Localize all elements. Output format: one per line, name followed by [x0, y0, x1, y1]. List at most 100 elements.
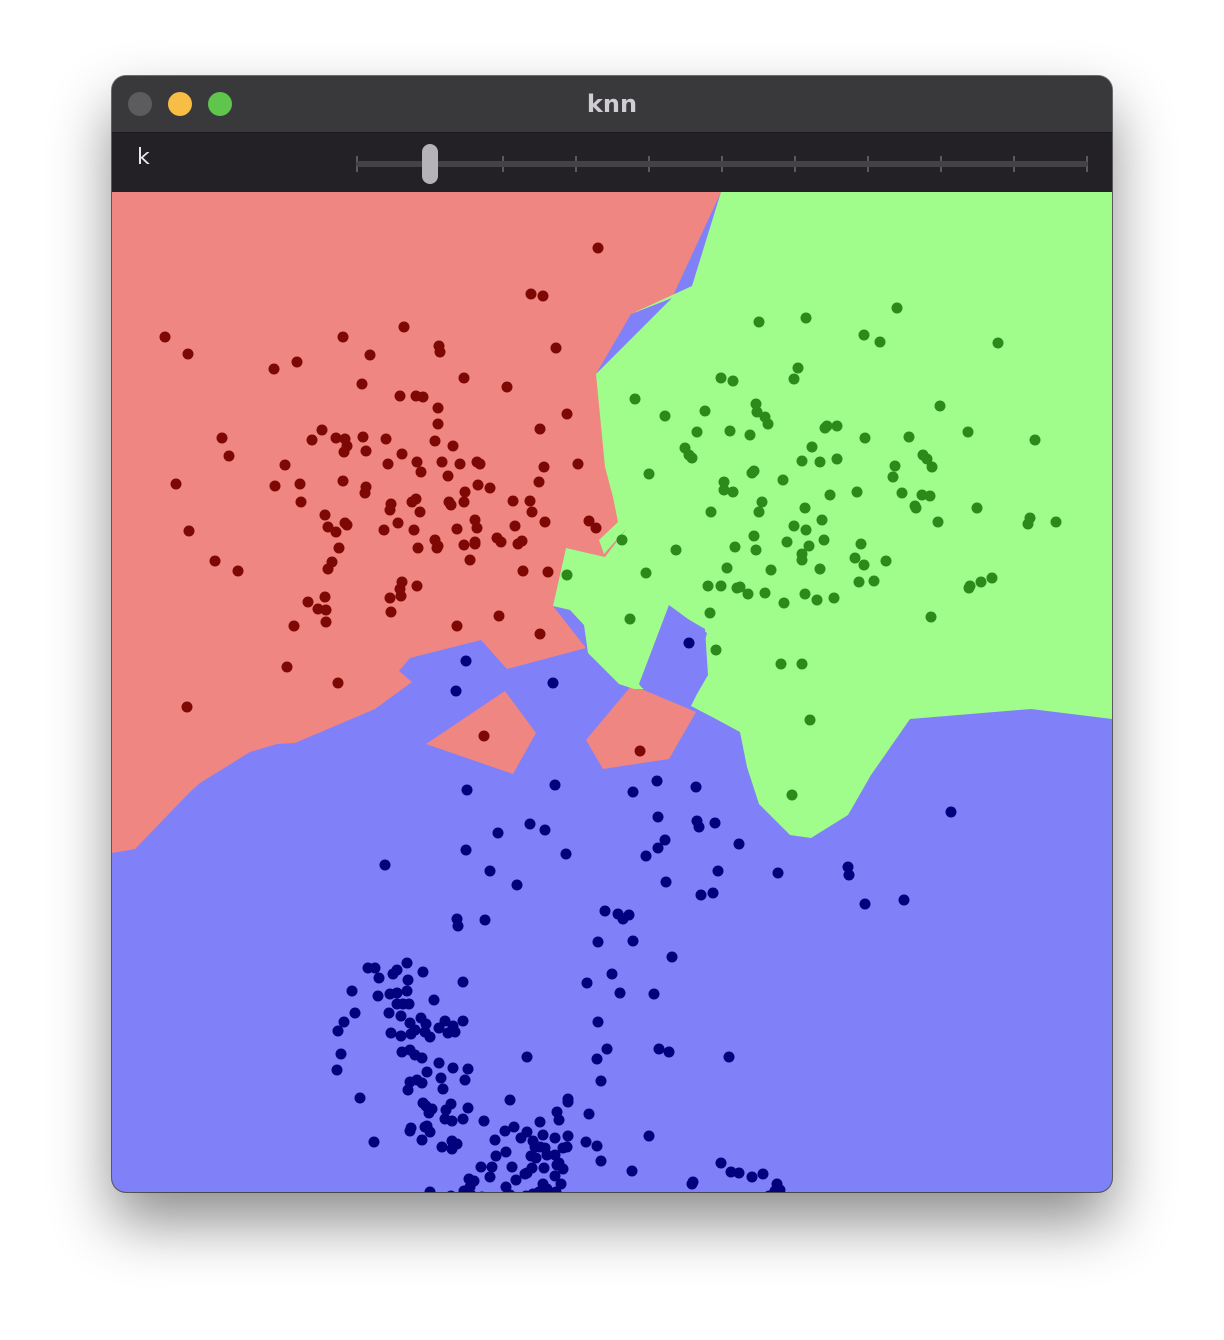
- point-blue: [331, 1064, 343, 1076]
- point-green: [887, 471, 899, 483]
- point-blue: [452, 920, 464, 932]
- point-red: [414, 506, 426, 518]
- point-red: [269, 480, 281, 492]
- point-green: [705, 506, 717, 518]
- point-green: [727, 486, 739, 498]
- title-bar[interactable]: knn: [112, 76, 1112, 133]
- point-blue: [527, 1135, 539, 1147]
- point-red: [561, 408, 573, 420]
- point-blue: [492, 827, 504, 839]
- point-blue: [538, 1162, 550, 1174]
- point-green: [853, 576, 865, 588]
- point-green: [858, 329, 870, 341]
- point-blue: [354, 1092, 366, 1104]
- point-blue: [733, 838, 745, 850]
- point-blue: [772, 867, 784, 879]
- point-green: [828, 592, 840, 604]
- point-blue: [859, 898, 871, 910]
- point-blue: [446, 1135, 458, 1147]
- point-blue: [534, 1116, 546, 1128]
- point-green: [715, 372, 727, 384]
- point-red: [464, 554, 476, 566]
- point-red: [538, 461, 550, 473]
- point-blue: [687, 1176, 699, 1188]
- point-red: [432, 402, 444, 414]
- slider-track[interactable]: [356, 161, 1088, 167]
- point-red: [458, 496, 470, 508]
- point-red: [306, 434, 318, 446]
- point-green: [818, 534, 830, 546]
- point-green: [746, 467, 758, 479]
- point-green: [962, 426, 974, 438]
- point-green: [1029, 434, 1041, 446]
- point-blue: [428, 994, 440, 1006]
- point-red: [319, 509, 331, 521]
- point-green: [753, 506, 765, 518]
- k-slider[interactable]: [356, 141, 1088, 184]
- point-green: [670, 544, 682, 556]
- point-blue: [457, 1113, 469, 1125]
- point-green: [992, 337, 1004, 349]
- point-red: [281, 661, 293, 673]
- point-blue: [551, 1159, 563, 1171]
- point-green: [891, 302, 903, 314]
- point-blue: [537, 1129, 549, 1141]
- point-red: [294, 478, 306, 490]
- point-red: [634, 745, 646, 757]
- point-green: [859, 432, 871, 444]
- point-blue: [510, 1174, 522, 1186]
- point-green: [778, 597, 790, 609]
- point-green: [734, 581, 746, 593]
- point-blue: [415, 1012, 427, 1024]
- point-red: [411, 456, 423, 468]
- point-blue: [562, 1096, 574, 1108]
- point-blue: [733, 1167, 745, 1179]
- point-blue: [580, 1136, 592, 1148]
- point-green: [624, 613, 636, 625]
- point-blue: [614, 987, 626, 999]
- point-red: [170, 478, 182, 490]
- point-blue: [504, 1094, 516, 1106]
- point-green: [799, 588, 811, 600]
- point-blue: [416, 1077, 428, 1089]
- point-green: [796, 554, 808, 566]
- point-green: [724, 425, 736, 437]
- point-blue: [484, 865, 496, 877]
- point-red: [436, 456, 448, 468]
- point-blue: [391, 998, 403, 1010]
- point-blue: [460, 844, 472, 856]
- point-red: [484, 482, 496, 494]
- point-red: [288, 620, 300, 632]
- point-blue: [652, 811, 664, 823]
- point-blue: [437, 1083, 449, 1095]
- point-blue: [506, 1161, 518, 1173]
- window-title: knn: [586, 90, 638, 118]
- point-blue: [843, 869, 855, 881]
- point-blue: [511, 879, 523, 891]
- point-red: [302, 596, 314, 608]
- point-green: [921, 453, 933, 465]
- point-blue: [547, 677, 559, 689]
- point-blue: [757, 1168, 769, 1180]
- point-blue: [723, 1051, 735, 1063]
- point-green: [629, 393, 641, 405]
- point-blue: [439, 1015, 451, 1027]
- point-blue: [539, 824, 551, 836]
- point-red: [445, 499, 457, 511]
- point-blue: [606, 968, 618, 980]
- point-blue: [401, 985, 413, 997]
- point-green: [1050, 516, 1062, 528]
- point-blue: [652, 842, 664, 854]
- point-blue: [462, 1063, 474, 1075]
- point-red: [550, 342, 562, 354]
- point-blue: [478, 1115, 490, 1127]
- point-red: [429, 435, 441, 447]
- point-blue: [423, 1107, 435, 1119]
- point-blue: [396, 1046, 408, 1058]
- slider-thumb[interactable]: [422, 144, 438, 184]
- point-green: [792, 362, 804, 374]
- point-green: [806, 441, 818, 453]
- point-green: [964, 580, 976, 592]
- point-green: [729, 541, 741, 553]
- point-red: [411, 580, 423, 592]
